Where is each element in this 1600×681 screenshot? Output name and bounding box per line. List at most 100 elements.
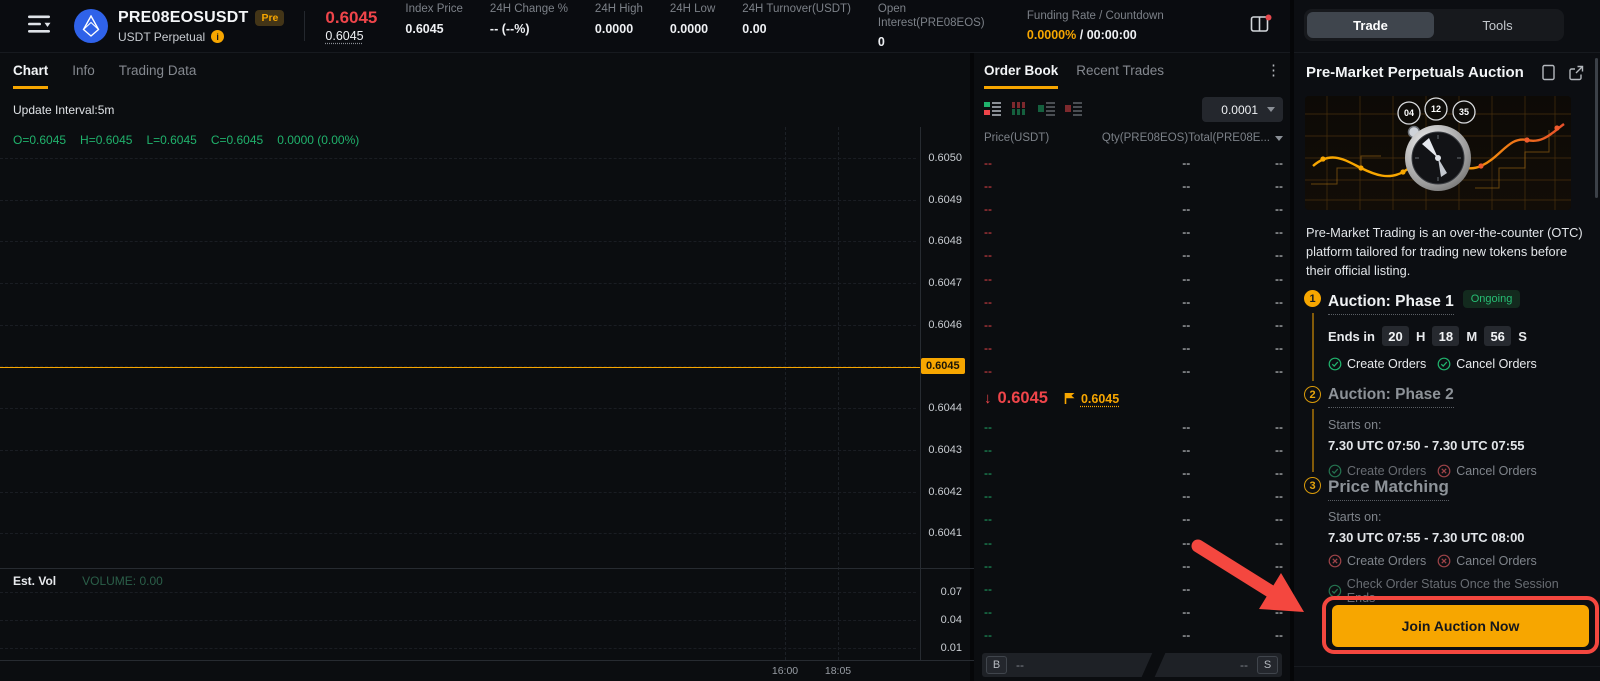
stat-value: 0.6045: [405, 22, 463, 36]
last-price-row[interactable]: ↓ 0.6045 0.6045: [974, 382, 1290, 415]
last-price: 0.6045: [325, 9, 377, 26]
info-icon[interactable]: i: [211, 30, 224, 43]
ask-row[interactable]: -- -- --: [974, 313, 1290, 336]
ask-row[interactable]: -- -- --: [974, 221, 1290, 244]
precision-dropdown[interactable]: 0.0001: [1202, 97, 1283, 122]
ask-row[interactable]: -- -- --: [974, 197, 1290, 220]
top-bar: PRE08EOSUSDT Pre USDT Perpetual i 0.6045…: [0, 0, 1290, 53]
orderbook-last-price: 0.6045: [998, 389, 1048, 408]
bid-qty: --: [1083, 582, 1191, 596]
tab-trading-data[interactable]: Trading Data: [119, 63, 197, 89]
phase-1-title[interactable]: Auction: Phase 1: [1328, 293, 1454, 315]
orderbook-column-headers: Price(USDT) Qty(PRE08EOS) Total(PRE08E..…: [974, 132, 1290, 144]
ask-row[interactable]: -- -- --: [974, 267, 1290, 290]
ask-total: --: [1190, 364, 1283, 378]
bid-qty: --: [1083, 512, 1191, 526]
cross-circle-icon: [1328, 554, 1342, 568]
col-total-header[interactable]: Total(PRE08E...: [1188, 132, 1283, 144]
tab-info[interactable]: Info: [72, 63, 95, 89]
more-options-icon[interactable]: ⋮: [1266, 63, 1281, 78]
bid-total: --: [1190, 582, 1283, 596]
ask-total: --: [1190, 156, 1283, 170]
ask-total: --: [1190, 341, 1283, 355]
view-both-sides-icon[interactable]: [984, 100, 1001, 122]
ask-row[interactable]: -- -- --: [974, 337, 1290, 360]
join-auction-button[interactable]: Join Auction Now: [1332, 605, 1589, 647]
phase-connector: [1312, 313, 1314, 381]
bid-qty: --: [1083, 489, 1191, 503]
funding-stat-cell: Funding Rate / Countdown 0.0000% / 00:00…: [1027, 10, 1164, 42]
scrollbar-thumb[interactable]: [1595, 58, 1598, 198]
phase-3-times: 7.30 UTC 07:55 - 7.30 UTC 08:00: [1328, 530, 1525, 545]
orderbook-tab-bar: Order Book Recent Trades: [984, 63, 1164, 89]
external-link-icon[interactable]: [1568, 65, 1584, 81]
ask-price: --: [984, 318, 1083, 332]
ask-qty: --: [1083, 225, 1191, 239]
bid-qty: --: [1083, 443, 1191, 457]
bid-total: --: [1190, 466, 1283, 480]
volume-tick-label: 0.01: [941, 641, 962, 655]
price-tick-row: 0.6042: [0, 492, 970, 534]
auction-phase-2: 2 Auction: Phase 2 Starts on: 7.30 UTC 0…: [1304, 386, 1592, 478]
tab-trade[interactable]: Trade: [1307, 12, 1434, 38]
bid-total: --: [1190, 605, 1283, 619]
orderbook-panel-toggle-icon[interactable]: [1250, 14, 1272, 39]
gridline: [0, 533, 916, 534]
view-vertical-icon[interactable]: [1011, 100, 1028, 122]
bid-row[interactable]: -- -- --: [974, 461, 1290, 484]
docs-icon[interactable]: [1541, 64, 1556, 81]
time-axis-line[interactable]: [0, 660, 974, 661]
left-column: PRE08EOSUSDT Pre USDT Perpetual i 0.6045…: [0, 0, 1290, 681]
ask-price: --: [984, 341, 1083, 355]
ask-qty: --: [1083, 364, 1191, 378]
bid-total: --: [1190, 628, 1283, 642]
bid-row[interactable]: -- -- --: [974, 554, 1290, 577]
bid-row[interactable]: -- -- --: [974, 485, 1290, 508]
auction-description: Pre-Market Trading is an over-the-counte…: [1306, 224, 1586, 281]
gridline: [0, 200, 916, 201]
permission-label: Create Orders: [1347, 357, 1426, 371]
mark-price[interactable]: 0.6045: [325, 29, 377, 43]
bid-price: --: [984, 443, 1083, 457]
price-axis-line[interactable]: [920, 127, 921, 661]
phase-3-title[interactable]: Price Matching: [1328, 477, 1449, 501]
gridline: [0, 648, 916, 649]
bid-row[interactable]: -- -- --: [974, 438, 1290, 461]
ask-row[interactable]: -- -- --: [974, 174, 1290, 197]
bid-row[interactable]: -- -- --: [974, 577, 1290, 600]
phase-2-title[interactable]: Auction: Phase 2: [1328, 386, 1454, 408]
view-bids-only-icon[interactable]: [1038, 100, 1055, 122]
phase-connector: [1312, 409, 1314, 472]
price-tick-label: 0.6047: [928, 276, 962, 290]
bid-total: --: [1190, 489, 1283, 503]
ask-row[interactable]: -- -- --: [974, 360, 1290, 383]
ask-row[interactable]: -- -- --: [974, 151, 1290, 174]
instrument-block: PRE08EOSUSDT Pre USDT Perpetual i: [118, 9, 284, 44]
ask-qty: --: [1083, 202, 1191, 216]
ask-row[interactable]: -- -- --: [974, 290, 1290, 313]
tab-chart[interactable]: Chart: [13, 63, 48, 89]
tab-tools[interactable]: Tools: [1434, 12, 1561, 38]
price-tick-label: 0.6048: [928, 234, 962, 248]
gridline: [0, 325, 916, 326]
orderbook-mark-price[interactable]: 0.6045: [1081, 392, 1119, 406]
bid-row[interactable]: -- -- --: [974, 601, 1290, 624]
bid-row[interactable]: -- -- --: [974, 531, 1290, 554]
bid-row[interactable]: -- -- --: [974, 508, 1290, 531]
stats-strip: Index Price 0.6045 24H Change % -- (--%)…: [405, 3, 1027, 48]
tab-recent-trades[interactable]: Recent Trades: [1076, 63, 1164, 89]
bid-row[interactable]: -- -- --: [974, 415, 1290, 438]
volume-value: VOLUME: 0.00: [82, 574, 163, 588]
tab-order-book[interactable]: Order Book: [984, 63, 1058, 89]
bid-price: --: [984, 512, 1083, 526]
bid-row[interactable]: -- -- --: [974, 624, 1290, 647]
countdown-prefix: Ends in: [1328, 329, 1375, 344]
ask-row[interactable]: -- -- --: [974, 244, 1290, 267]
bid-total: --: [1190, 443, 1283, 457]
symbol-name[interactable]: PRE08EOSUSDT: [118, 9, 248, 27]
bid-qty: --: [1083, 420, 1191, 434]
hamburger-menu-icon[interactable]: [28, 15, 52, 38]
auction-phase-3: 3 Price Matching Starts on: 7.30 UTC 07:…: [1304, 477, 1592, 605]
view-asks-only-icon[interactable]: [1065, 100, 1082, 122]
col-price-header: Price(USDT): [984, 132, 1082, 144]
